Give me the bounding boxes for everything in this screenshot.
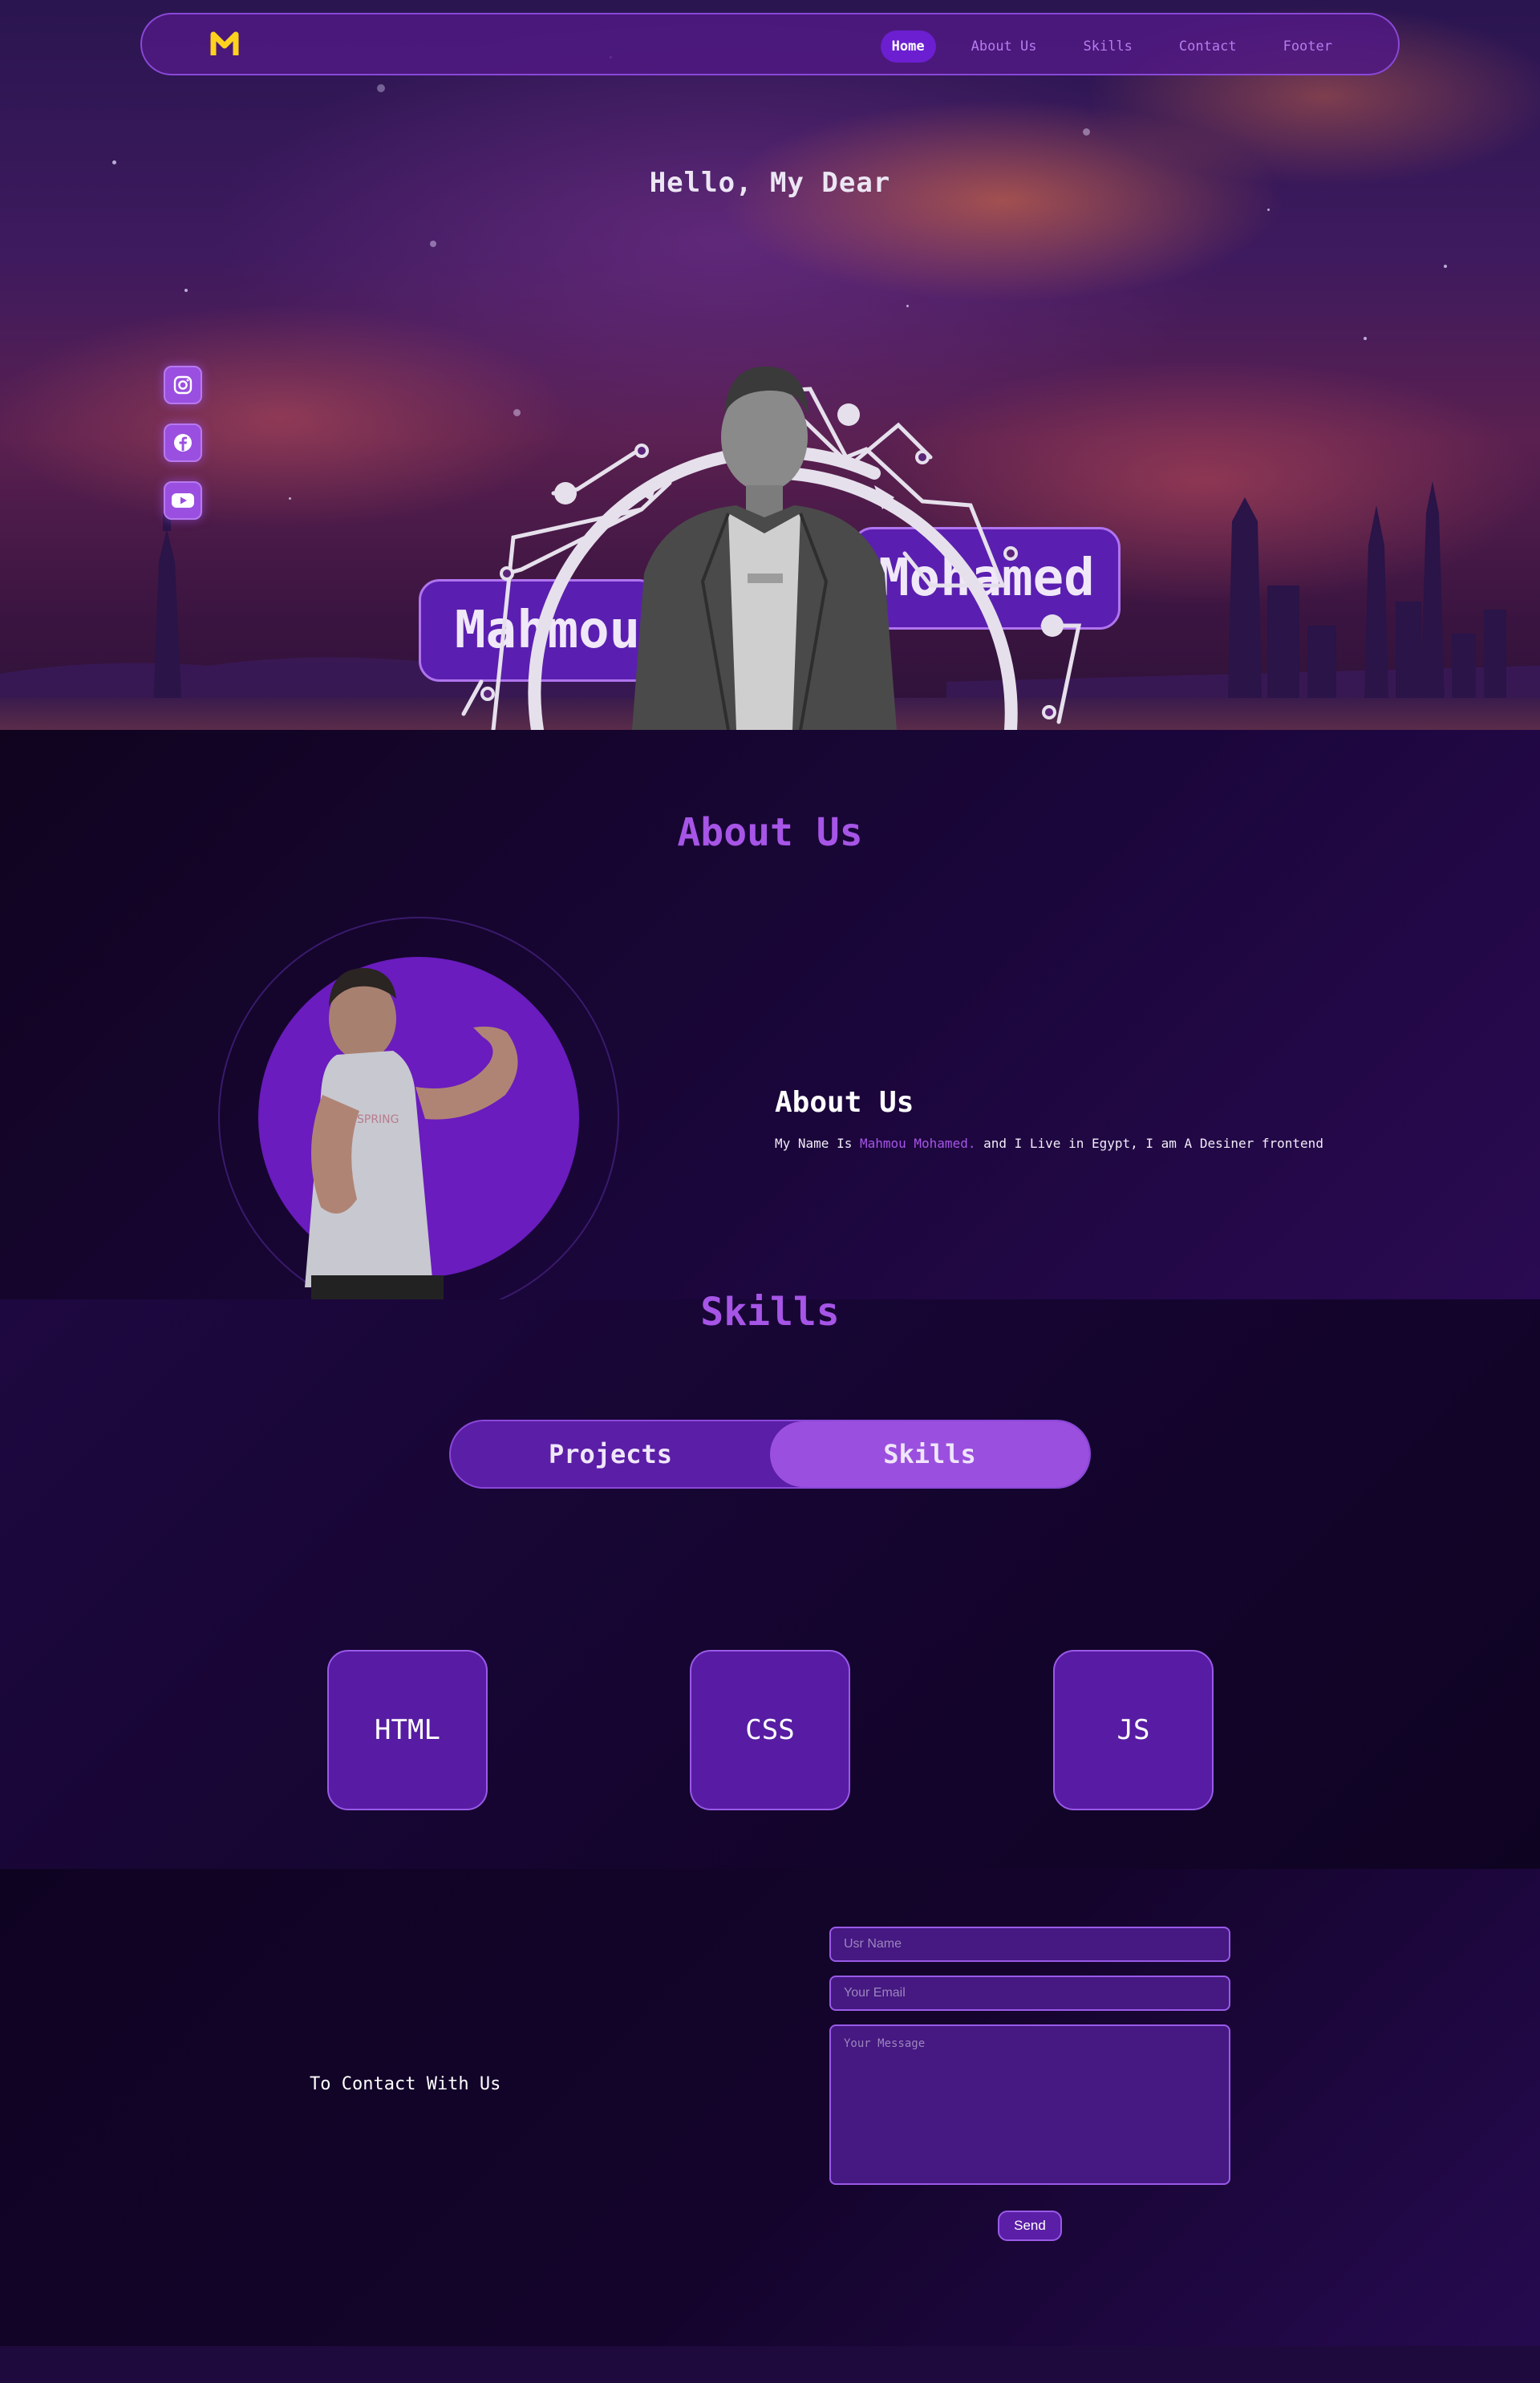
svg-text:SPRING: SPRING	[357, 1113, 399, 1126]
email-input[interactable]	[829, 1976, 1230, 2011]
nav-links: Home About Us Skills Contact Footer	[880, 30, 1343, 63]
name-input[interactable]	[829, 1927, 1230, 1962]
footer	[0, 2346, 1540, 2383]
nav-footer[interactable]: Footer	[1272, 30, 1343, 63]
nav-home[interactable]: Home	[880, 30, 936, 63]
instagram-link[interactable]	[164, 366, 202, 404]
skill-card-css[interactable]: CSS	[690, 1650, 850, 1810]
youtube-icon	[172, 493, 194, 508]
contact-section	[0, 1869, 1540, 2346]
send-button[interactable]: Send	[998, 2211, 1062, 2241]
about-text-intro: My Name Is	[775, 1136, 860, 1151]
about-text-rest: and I Live in Egypt, I am A Desiner fron…	[975, 1136, 1323, 1151]
youtube-link[interactable]	[164, 481, 202, 520]
about-heading: About Us	[775, 1086, 914, 1119]
toggle-skills[interactable]: Skills	[770, 1421, 1089, 1487]
logo-icon[interactable]	[206, 26, 243, 63]
instagram-icon	[173, 375, 192, 395]
message-textarea[interactable]	[829, 2024, 1230, 2185]
contact-label: To Contact With Us	[310, 2074, 501, 2094]
facebook-link[interactable]	[164, 424, 202, 462]
toggle-projects[interactable]: Projects	[451, 1421, 770, 1487]
skill-card-html[interactable]: HTML	[327, 1650, 488, 1810]
nav-contact[interactable]: Contact	[1168, 30, 1248, 63]
facebook-icon	[174, 434, 192, 452]
about-text-name: Mahmou Mohamed.	[859, 1136, 976, 1151]
projects-skills-toggle: Projects Skills	[449, 1420, 1091, 1489]
about-portrait-image: SPRING	[305, 967, 518, 1299]
nav-skills[interactable]: Skills	[1072, 30, 1144, 63]
hero-portrait-image	[632, 366, 897, 730]
about-description: My Name Is Mahmou Mohamed. and I Live in…	[775, 1136, 1323, 1151]
top-navbar: Home About Us Skills Contact Footer	[140, 13, 1400, 75]
skill-card-js[interactable]: JS	[1053, 1650, 1214, 1810]
nav-about-us[interactable]: About Us	[960, 30, 1048, 63]
skills-section-title: Skills	[700, 1290, 840, 1335]
logo-m-icon	[210, 31, 239, 55]
hero-greeting: Hello, My Dear	[649, 167, 891, 199]
about-section-title: About Us	[677, 810, 863, 855]
